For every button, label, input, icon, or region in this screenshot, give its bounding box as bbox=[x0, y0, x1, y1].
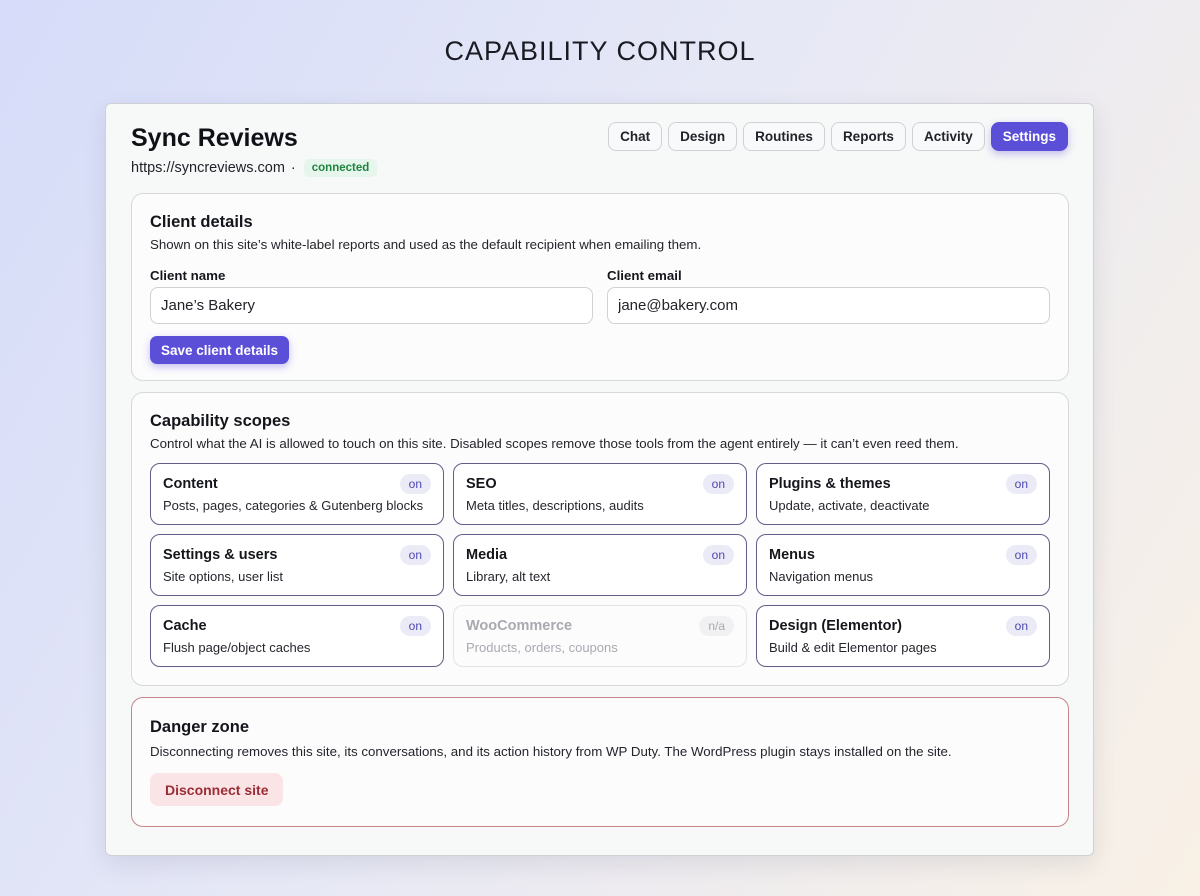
scope-plugins-themes[interactable]: Plugins & themes on Update, activate, de… bbox=[756, 463, 1050, 525]
tab-bar: Chat Design Routines Reports Activity Se… bbox=[608, 122, 1068, 151]
scope-state-badge: on bbox=[1005, 545, 1037, 565]
danger-zone-title: Danger zone bbox=[150, 718, 250, 736]
client-details-title: Client details bbox=[150, 213, 253, 231]
scope-description: Posts, pages, categories & Gutenberg blo… bbox=[163, 498, 424, 513]
capability-scopes-section: Capability scopes Control what the AI is… bbox=[131, 392, 1069, 686]
scope-name: Cache bbox=[163, 618, 207, 634]
site-settings-card: Sync Reviews https://syncreviews.com · c… bbox=[105, 103, 1094, 856]
scope-description: Navigation menus bbox=[769, 569, 874, 584]
scope-state-badge: on bbox=[399, 545, 431, 565]
client-email-label: Client email bbox=[607, 268, 682, 283]
danger-zone-section: Danger zone Disconnecting removes this s… bbox=[131, 697, 1069, 827]
scope-state-badge: on bbox=[1005, 474, 1037, 494]
disconnect-site-button[interactable]: Disconnect site bbox=[150, 773, 284, 806]
scope-description: Library, alt text bbox=[466, 569, 551, 584]
scope-state-badge: on bbox=[1005, 616, 1037, 636]
scope-name: Content bbox=[163, 476, 218, 492]
scope-description: Site options, user list bbox=[163, 569, 283, 584]
site-url: https://syncreviews.com bbox=[131, 160, 285, 176]
separator: · bbox=[290, 160, 296, 176]
tab-settings[interactable]: Settings bbox=[990, 122, 1068, 151]
scope-description: Products, orders, coupons bbox=[466, 640, 618, 655]
capability-scopes-title: Capability scopes bbox=[150, 412, 291, 430]
client-email-field[interactable] bbox=[607, 287, 1050, 324]
scope-cache[interactable]: Cache on Flush page/object caches bbox=[150, 605, 444, 667]
scope-state-badge: on bbox=[702, 545, 734, 565]
client-name-field[interactable] bbox=[150, 287, 593, 324]
scope-name: Menus bbox=[769, 547, 815, 563]
site-subtitle: https://syncreviews.com · connected bbox=[131, 159, 378, 177]
tab-activity[interactable]: Activity bbox=[911, 122, 985, 151]
scope-media[interactable]: Media on Library, alt text bbox=[453, 534, 747, 596]
scope-description: Update, activate, deactivate bbox=[769, 498, 930, 513]
scope-state-badge: on bbox=[399, 616, 431, 636]
scope-state-badge: on bbox=[399, 474, 431, 494]
scope-name: WooCommerce bbox=[466, 618, 573, 634]
tab-design[interactable]: Design bbox=[668, 122, 738, 151]
scope-description: Meta titles, descriptions, audits bbox=[466, 498, 644, 513]
client-details-description: Shown on this site’s white-label reports… bbox=[150, 237, 702, 252]
scope-name: Media bbox=[466, 547, 508, 563]
client-details-section: Client details Shown on this site’s whit… bbox=[131, 193, 1069, 381]
page-heading: CAPABILITY CONTROL bbox=[444, 36, 756, 66]
scope-name: Settings & users bbox=[163, 547, 278, 563]
scope-name: Design (Elementor) bbox=[769, 618, 902, 634]
capability-scopes-description: Control what the AI is allowed to touch … bbox=[150, 436, 959, 451]
client-name-label: Client name bbox=[150, 268, 226, 283]
scope-seo[interactable]: SEO on Meta titles, descriptions, audits bbox=[453, 463, 747, 525]
scope-woocommerce: WooCommerce n/a Products, orders, coupon… bbox=[453, 605, 747, 667]
tab-chat[interactable]: Chat bbox=[608, 122, 663, 151]
scope-content[interactable]: Content on Posts, pages, categories & Gu… bbox=[150, 463, 444, 525]
scope-name: Plugins & themes bbox=[769, 476, 891, 492]
scope-description: Flush page/object caches bbox=[163, 640, 311, 655]
save-client-details-button[interactable]: Save client details bbox=[150, 336, 290, 364]
scope-description: Build & edit Elementor pages bbox=[769, 640, 937, 655]
danger-zone-description: Disconnecting removes this site, its con… bbox=[150, 744, 952, 759]
tab-routines[interactable]: Routines bbox=[743, 122, 825, 151]
scope-state-badge: n/a bbox=[699, 616, 734, 636]
site-title: Sync Reviews bbox=[131, 124, 298, 152]
scope-grid: Content on Posts, pages, categories & Gu… bbox=[150, 463, 1050, 667]
scope-settings-users[interactable]: Settings & users on Site options, user l… bbox=[150, 534, 444, 596]
scope-menus[interactable]: Menus on Navigation menus bbox=[756, 534, 1050, 596]
scope-design-elementor[interactable]: Design (Elementor) on Build & edit Eleme… bbox=[756, 605, 1050, 667]
status-badge: connected bbox=[303, 159, 378, 177]
tab-reports[interactable]: Reports bbox=[830, 122, 906, 151]
scope-state-badge: on bbox=[702, 474, 734, 494]
scope-name: SEO bbox=[466, 476, 497, 492]
